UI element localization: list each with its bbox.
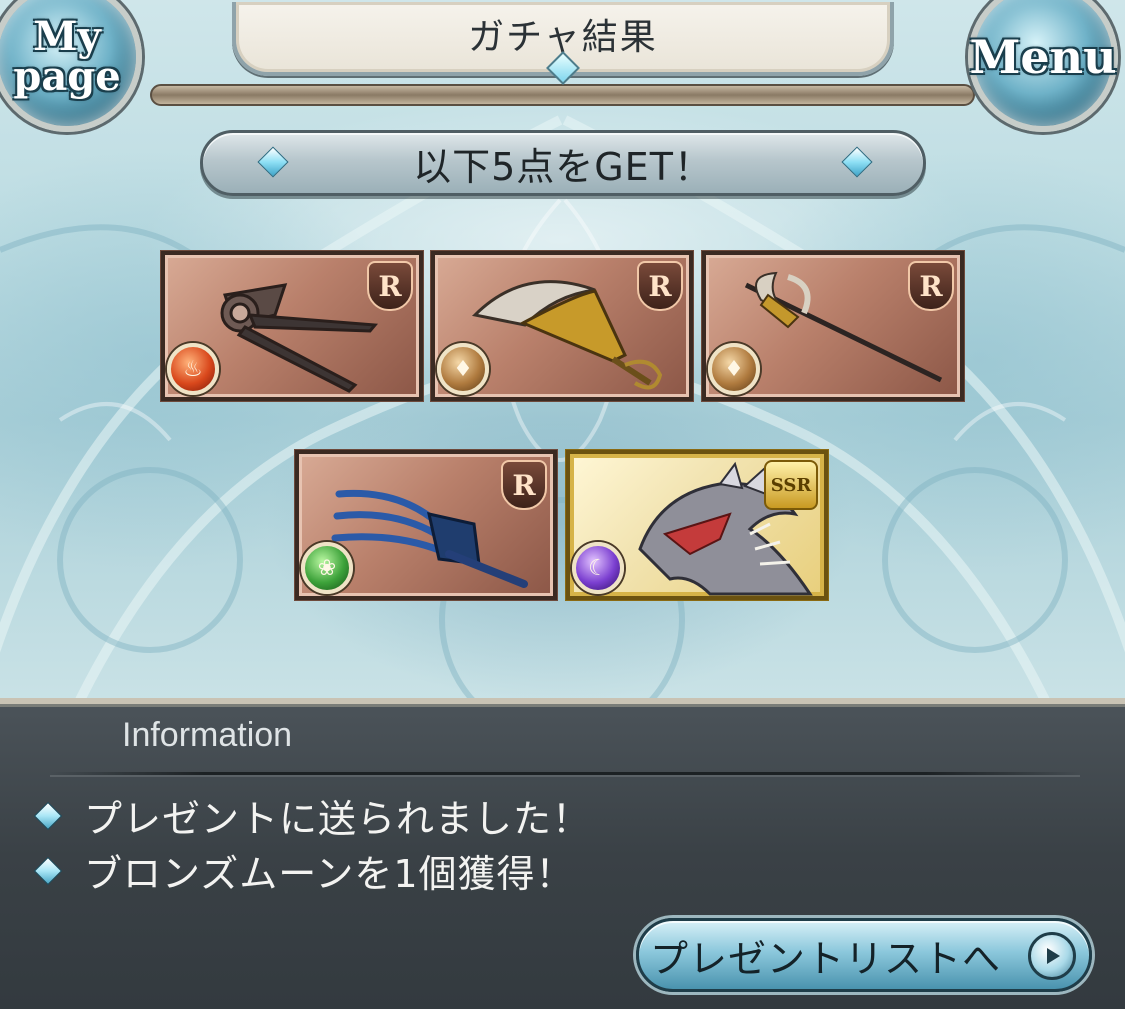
arrow-right-icon (1047, 948, 1060, 964)
info-message-1: プレゼントに送られました！ (84, 797, 592, 841)
earth-element-icon: ♦ (708, 343, 760, 395)
rarity-badge: R (501, 460, 547, 510)
rarity-badge: SSR (764, 460, 818, 510)
play-arrow-icon[interactable] (1028, 932, 1076, 980)
earth-element-icon: ♦ (437, 343, 489, 395)
item-card-4[interactable]: R ❀ (295, 450, 557, 600)
fire-element-icon: ♨ (167, 343, 219, 395)
information-divider (50, 772, 1080, 775)
rarity-badge: R (637, 261, 683, 311)
rarity-badge: R (908, 261, 954, 311)
get-banner-text: 以下5点をGET！ (413, 145, 713, 189)
information-title: Information (122, 716, 293, 754)
mypage-label: My page (13, 13, 121, 100)
item-card-2[interactable]: R ♦ (431, 251, 693, 401)
header-ornament-bar (150, 84, 975, 106)
item-card-1[interactable]: R ♨ (161, 251, 423, 401)
item-card-5[interactable]: SSR ☾ (566, 450, 828, 600)
menu-label: Menu (969, 30, 1117, 84)
item-card-3[interactable]: R ♦ (702, 251, 964, 401)
dark-element-icon: ☾ (572, 542, 624, 594)
wind-element-icon: ❀ (301, 542, 353, 594)
present-list-label[interactable]: プレゼントリストへ (650, 928, 1001, 983)
rarity-badge: R (367, 261, 413, 311)
info-message-2: ブロンズムーンを1個獲得！ (84, 852, 575, 896)
